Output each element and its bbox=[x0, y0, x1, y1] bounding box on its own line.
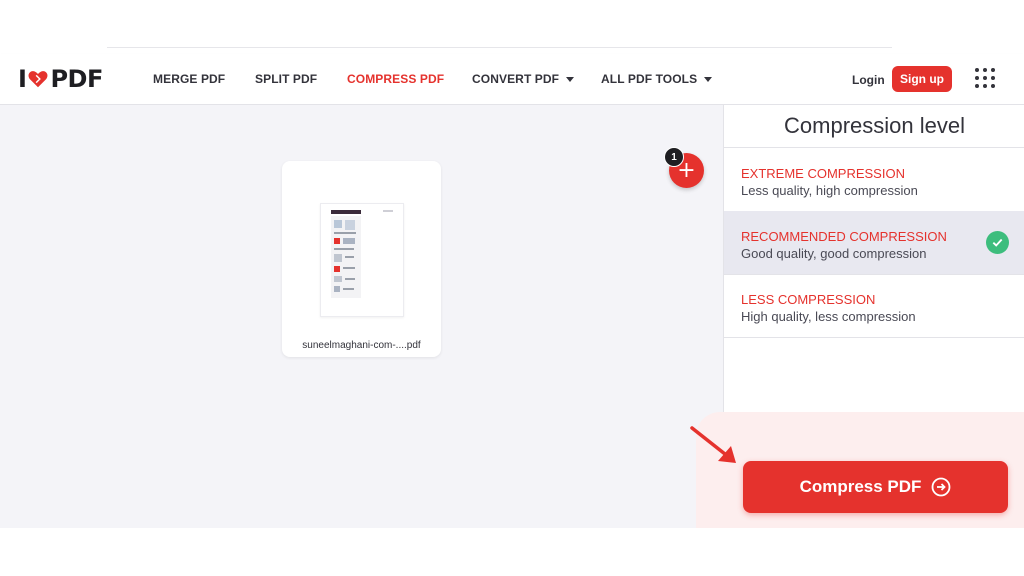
logo-text-right: PDF bbox=[50, 65, 103, 93]
grid-icon[interactable] bbox=[975, 68, 997, 90]
file-card[interactable]: suneelmaghani-com-....pdf bbox=[282, 161, 441, 357]
heart-icon bbox=[28, 71, 48, 88]
nav-all-pdf-tools-label: ALL PDF TOOLS bbox=[601, 72, 698, 86]
nav-all-pdf-tools[interactable]: ALL PDF TOOLS bbox=[601, 72, 713, 86]
navbar: I PDF MERGE PDF SPLIT PDF COMPRESS PDF C… bbox=[0, 54, 1024, 105]
file-workspace: suneelmaghani-com-....pdf + 1 bbox=[0, 105, 723, 528]
arrow-right-circle-icon bbox=[932, 477, 951, 497]
option-description: Less quality, high compression bbox=[741, 183, 918, 198]
option-recommended-compression[interactable]: RECOMMENDED COMPRESSION Good quality, go… bbox=[724, 211, 1024, 275]
nav-convert-pdf-label: CONVERT PDF bbox=[472, 72, 560, 86]
pointer-arrow-icon bbox=[690, 426, 736, 463]
option-title: LESS COMPRESSION bbox=[741, 292, 876, 307]
top-divider bbox=[107, 47, 892, 48]
ilovepdf-logo[interactable]: I PDF bbox=[18, 64, 103, 94]
option-less-compression[interactable]: LESS COMPRESSION High quality, less comp… bbox=[724, 274, 1024, 338]
nav-merge-pdf[interactable]: MERGE PDF bbox=[153, 72, 225, 86]
option-description: Good quality, good compression bbox=[741, 246, 927, 261]
signup-button[interactable]: Sign up bbox=[892, 66, 952, 92]
file-count-badge: 1 bbox=[664, 147, 684, 167]
sidebar-title: Compression level bbox=[784, 113, 965, 138]
pdf-page-preview-icon bbox=[321, 204, 403, 316]
nav-compress-pdf[interactable]: COMPRESS PDF bbox=[347, 72, 444, 86]
nav-convert-pdf[interactable]: CONVERT PDF bbox=[472, 72, 575, 86]
nav-split-pdf-label: SPLIT PDF bbox=[255, 72, 318, 86]
compress-pdf-button[interactable]: Compress PDF bbox=[743, 461, 1008, 513]
file-name: suneelmaghani-com-....pdf bbox=[302, 340, 421, 351]
nav-compress-pdf-label: COMPRESS PDF bbox=[347, 72, 445, 86]
check-icon bbox=[986, 231, 1009, 254]
nav-split-pdf[interactable]: SPLIT PDF bbox=[255, 72, 317, 86]
login-link[interactable]: Login bbox=[852, 73, 885, 87]
nav-merge-pdf-label: MERGE PDF bbox=[153, 72, 226, 86]
option-description: High quality, less compression bbox=[741, 309, 916, 324]
option-title: EXTREME COMPRESSION bbox=[741, 166, 905, 181]
option-extreme-compression[interactable]: EXTREME COMPRESSION Less quality, high c… bbox=[724, 148, 1024, 212]
option-title: RECOMMENDED COMPRESSION bbox=[741, 229, 947, 244]
compress-pdf-label: Compress PDF bbox=[799, 477, 922, 496]
logo-text-left: I bbox=[18, 65, 27, 93]
caret-down-icon bbox=[566, 76, 575, 82]
pdf-thumbnail bbox=[320, 203, 404, 317]
caret-down-icon bbox=[704, 76, 713, 82]
